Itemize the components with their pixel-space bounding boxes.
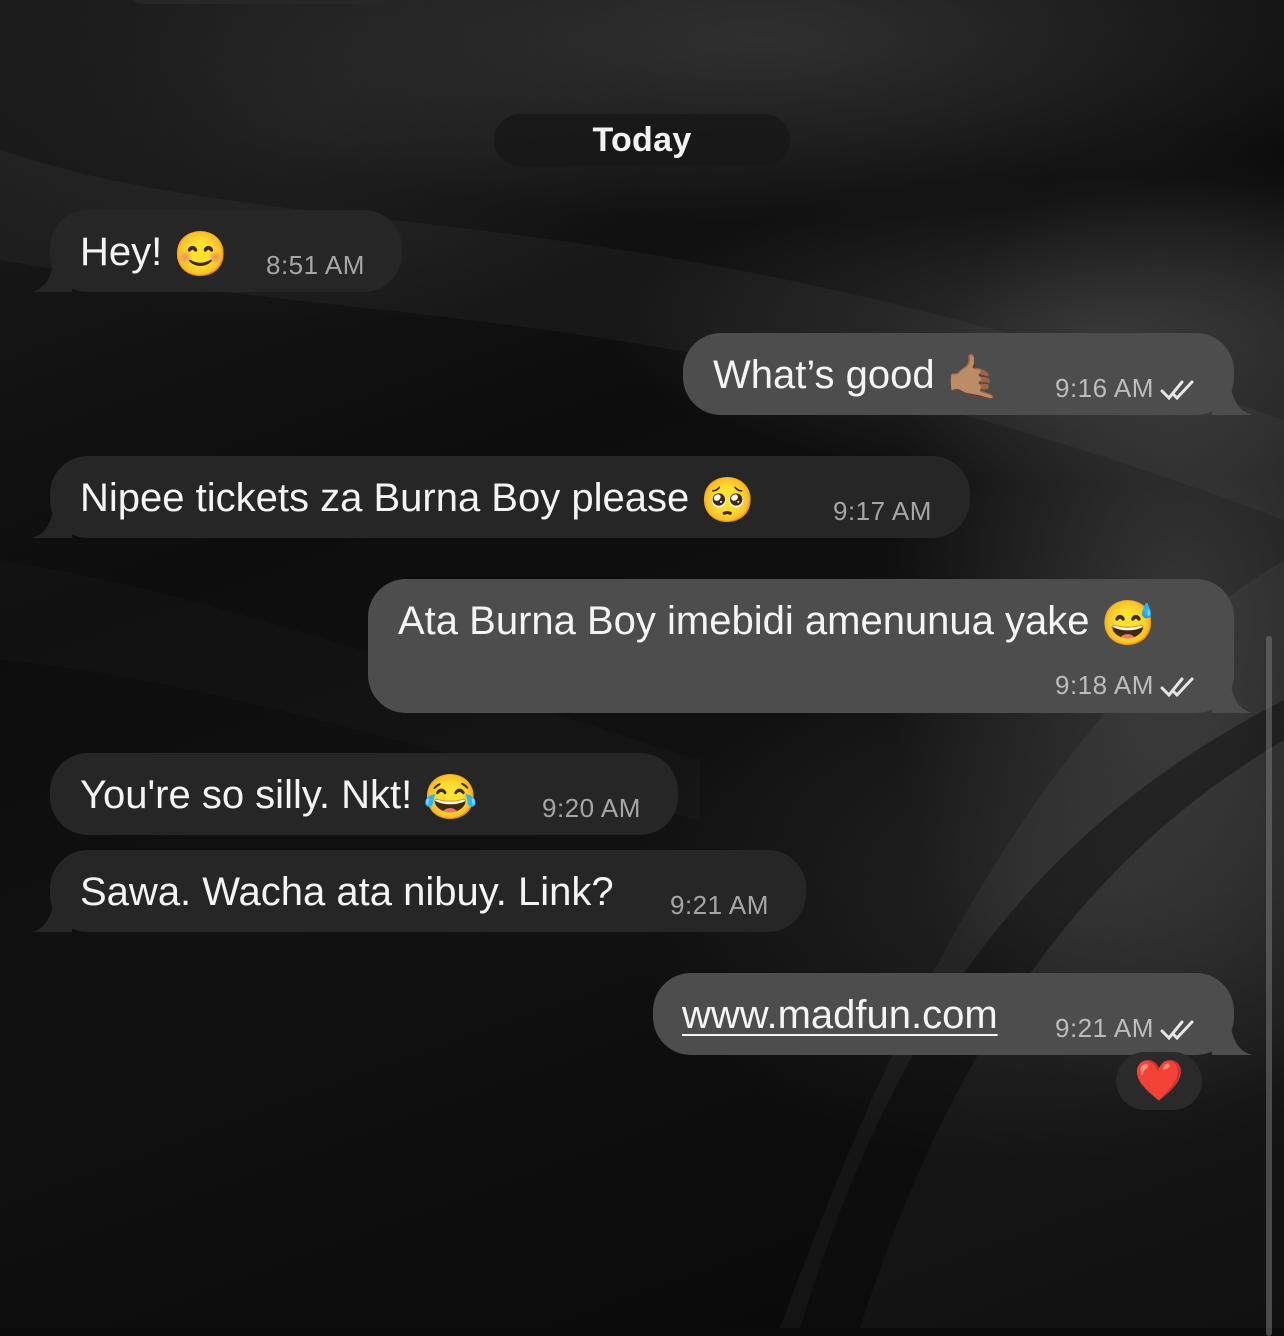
message-text: What’s good 🤙🏽 <box>713 353 1001 402</box>
grinning-sweat-emoji: 😅 <box>1100 599 1156 648</box>
message-text: Sawa. Wacha ata nibuy. Link? <box>80 870 614 914</box>
bubble-tail <box>32 898 72 932</box>
message-time: 9:18 AM <box>1055 672 1196 698</box>
bubble-tail <box>1212 679 1252 713</box>
message-time: 8:51 AM <box>266 250 365 280</box>
bubble-tail <box>32 504 72 538</box>
message-time: 9:16 AM <box>1055 375 1196 401</box>
bubble-tail <box>32 258 72 292</box>
smiling-emoji: 😊 <box>173 230 229 279</box>
tears-of-joy-emoji: 😂 <box>423 773 479 822</box>
previous-message-edge <box>130 0 390 4</box>
message-bubble-incoming[interactable]: You're so silly. Nkt! 😂 9:20 AM <box>50 753 678 835</box>
message-link[interactable]: www.madfun.com <box>682 995 998 1035</box>
double-check-icon <box>1160 677 1194 698</box>
scrollbar[interactable] <box>1266 636 1272 1336</box>
double-check-icon <box>1160 1020 1194 1041</box>
message-text: Nipee tickets za Burna Boy please 🥺 <box>80 476 756 525</box>
call-me-hand-emoji: 🤙🏽 <box>945 353 1001 402</box>
message-bubble-incoming[interactable]: Sawa. Wacha ata nibuy. Link? 9:21 AM <box>32 850 806 932</box>
heart-icon: ❤️ <box>1134 1059 1184 1103</box>
message-time: 9:17 AM <box>833 496 932 526</box>
message-bubble-outgoing[interactable]: Ata Burna Boy imebidi amenunua yake 😅 9:… <box>368 579 1252 713</box>
message-time: 9:20 AM <box>542 793 641 823</box>
message-time: 9:21 AM <box>670 890 769 920</box>
double-check-icon <box>1160 380 1194 401</box>
message-text: You're so silly. Nkt! 😂 <box>80 773 479 822</box>
bubble-tail <box>1212 1021 1252 1055</box>
message-bubble-incoming[interactable]: Hey! 😊 8:51 AM <box>32 210 402 292</box>
heart-reaction[interactable]: ❤️ <box>1116 1052 1202 1110</box>
message-time: 9:21 AM <box>1055 1015 1196 1041</box>
bubble-tail <box>1212 381 1252 415</box>
message-bubble-outgoing[interactable]: www.madfun.com 9:21 AM <box>653 973 1252 1055</box>
message-text: Hey! 😊 <box>80 230 229 279</box>
message-bubble-outgoing[interactable]: What’s good 🤙🏽 9:16 AM <box>683 333 1252 415</box>
pleading-face-emoji: 🥺 <box>700 476 756 525</box>
date-separator: Today <box>494 114 790 166</box>
message-bubble-incoming[interactable]: Nipee tickets za Burna Boy please 🥺 9:17… <box>32 456 970 538</box>
message-text: Ata Burna Boy imebidi amenunua yake 😅 <box>398 599 1156 648</box>
